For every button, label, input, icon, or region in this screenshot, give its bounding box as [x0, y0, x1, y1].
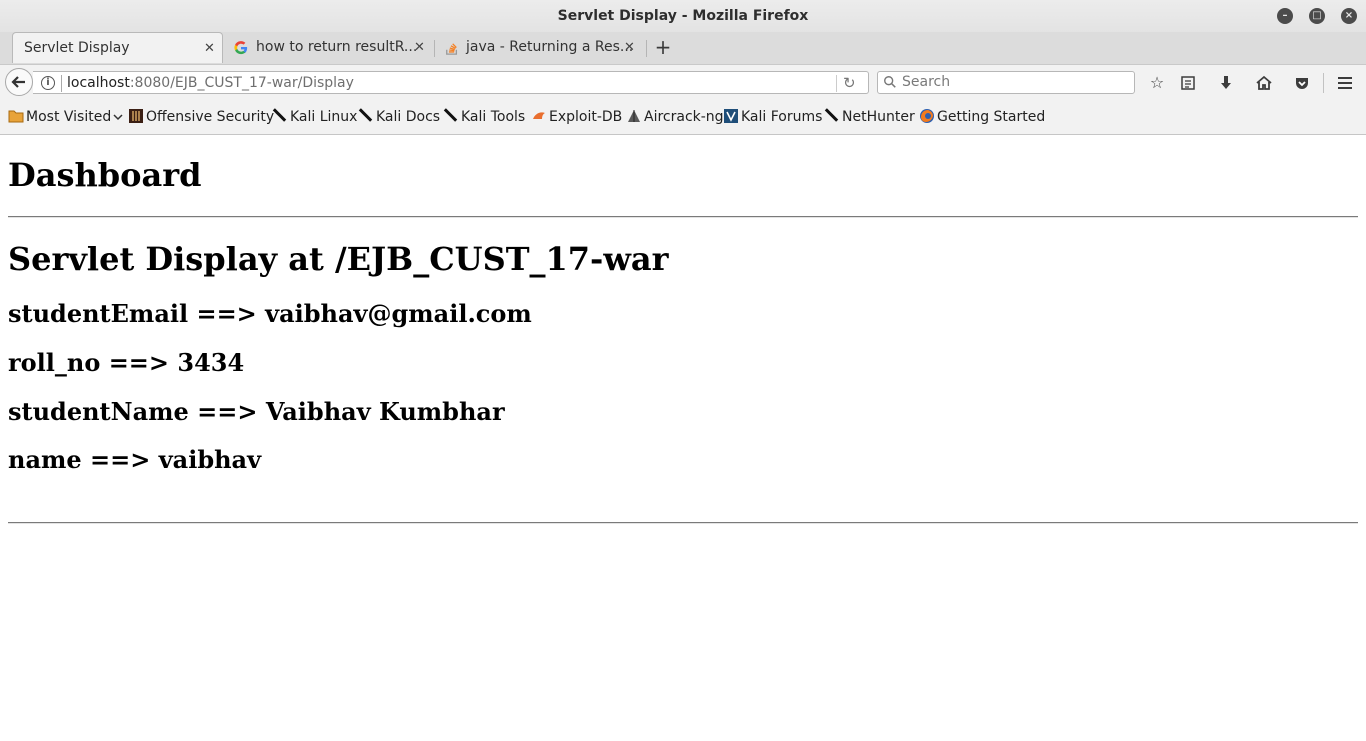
stackoverflow-icon — [446, 43, 458, 55]
search-icon — [884, 76, 896, 88]
url-path: :8080/EJB_CUST_17-war/Display — [129, 75, 354, 91]
tab-strip: Servlet Display ✕ how to return resultR.… — [0, 32, 1366, 64]
bookmark-label: Exploit-DB — [549, 109, 623, 125]
url-text[interactable]: localhost:8080/EJB_CUST_17-war/Display — [67, 72, 354, 94]
tab-divider — [646, 40, 647, 57]
page-content: Dashboard Servlet Display at /EJB_CUST_1… — [0, 136, 1366, 741]
tab-label: how to return resultR... — [256, 39, 418, 55]
bookmarks-toolbar: Most Visited Offensive Security Kali Lin… — [0, 99, 1366, 135]
tab-google-search[interactable]: how to return resultR... ✕ — [226, 32, 432, 63]
hamburger-menu-icon[interactable] — [1334, 72, 1356, 94]
back-arrow-icon — [11, 76, 25, 88]
tab-stackoverflow[interactable]: java - Returning a Res... ✕ — [436, 32, 646, 63]
bookmark-offensive-security[interactable]: Offensive Security — [128, 99, 274, 135]
bookmark-getting-started[interactable]: Getting Started — [919, 99, 1045, 135]
close-tab-icon[interactable]: ✕ — [204, 33, 215, 63]
bookmark-kali-linux[interactable]: Kali Linux — [272, 99, 357, 135]
url-divider — [61, 75, 62, 92]
field-roll-no: roll_no ==> 3434 — [8, 348, 245, 377]
tab-divider — [434, 40, 435, 57]
site-info-icon[interactable]: i — [41, 76, 55, 90]
bookmark-star-icon[interactable]: ☆ — [1146, 72, 1168, 94]
toolbar-divider — [1323, 73, 1324, 93]
reload-icon[interactable]: ↻ — [843, 72, 856, 94]
horizontal-rule — [8, 216, 1358, 218]
home-icon[interactable] — [1253, 72, 1275, 94]
bookmark-kali-docs[interactable]: Kali Docs — [358, 99, 440, 135]
tab-servlet-display[interactable]: Servlet Display ✕ — [12, 32, 223, 63]
bookmark-label: Aircrack-ng — [644, 109, 724, 125]
field-student-email: studentEmail ==> vaibhav@gmail.com — [8, 299, 532, 328]
bookmark-label: Kali Linux — [290, 109, 358, 125]
firefox-icon — [920, 109, 934, 123]
kali-dagger-icon — [824, 108, 840, 124]
bookmark-label: Kali Docs — [376, 109, 441, 125]
reload-divider — [836, 75, 837, 92]
bookmark-label: Most Visited — [26, 109, 112, 125]
minimize-icon[interactable]: – — [1277, 8, 1293, 24]
field-name: name ==> vaibhav — [8, 445, 262, 474]
navigation-toolbar: i localhost:8080/EJB_CUST_17-war/Display… — [0, 64, 1366, 99]
url-host: localhost — [67, 75, 130, 91]
kali-dagger-icon — [272, 108, 288, 124]
bookmark-label: NetHunter — [842, 109, 915, 125]
folder-icon — [8, 110, 24, 123]
close-window-icon[interactable]: × — [1341, 8, 1357, 24]
kali-dagger-icon — [358, 108, 374, 124]
window-title: Servlet Display - Mozilla Firefox — [557, 8, 809, 24]
bookmark-label: Getting Started — [937, 109, 1046, 125]
bookmark-exploit-db[interactable]: Exploit-DB — [531, 99, 622, 135]
bookmark-label: Kali Forums — [741, 109, 823, 125]
downloads-icon[interactable] — [1215, 72, 1237, 94]
bookmark-kali-forums[interactable]: Kali Forums — [723, 99, 822, 135]
search-placeholder: Search — [902, 74, 951, 90]
offsec-icon — [129, 109, 143, 123]
search-bar[interactable]: Search — [877, 71, 1135, 94]
kali-dagger-icon — [443, 108, 459, 124]
aircrack-icon — [628, 110, 640, 122]
page-title: Dashboard — [8, 156, 202, 194]
pocket-icon[interactable] — [1291, 72, 1313, 94]
kali-forums-icon — [724, 109, 738, 123]
reading-list-icon[interactable] — [1177, 72, 1199, 94]
bookmark-aircrack-ng[interactable]: Aircrack-ng — [626, 99, 724, 135]
bookmark-kali-tools[interactable]: Kali Tools — [443, 99, 525, 135]
google-icon — [234, 41, 248, 55]
maximize-icon[interactable]: □ — [1309, 8, 1325, 24]
bookmark-nethunter[interactable]: NetHunter — [824, 99, 915, 135]
bookmark-label: Offensive Security — [146, 109, 275, 125]
bookmark-label: Kali Tools — [461, 109, 526, 125]
close-tab-icon[interactable]: ✕ — [624, 32, 635, 63]
bookmark-most-visited[interactable]: Most Visited — [8, 99, 123, 135]
horizontal-rule — [8, 522, 1358, 524]
field-student-name: studentName ==> Vaibhav Kumbhar — [8, 397, 505, 426]
servlet-heading: Servlet Display at /EJB_CUST_17-war — [8, 240, 669, 278]
chevron-down-icon — [113, 114, 123, 121]
exploitdb-icon — [533, 112, 545, 119]
url-bar[interactable]: i localhost:8080/EJB_CUST_17-war/Display… — [33, 71, 869, 94]
new-tab-button[interactable]: + — [652, 32, 674, 63]
close-tab-icon[interactable]: ✕ — [414, 32, 425, 63]
tab-label: java - Returning a Res... — [466, 39, 634, 55]
tab-label: Servlet Display — [24, 40, 130, 56]
window-titlebar: Servlet Display - Mozilla Firefox – □ × — [0, 0, 1366, 32]
back-button[interactable] — [5, 68, 33, 96]
